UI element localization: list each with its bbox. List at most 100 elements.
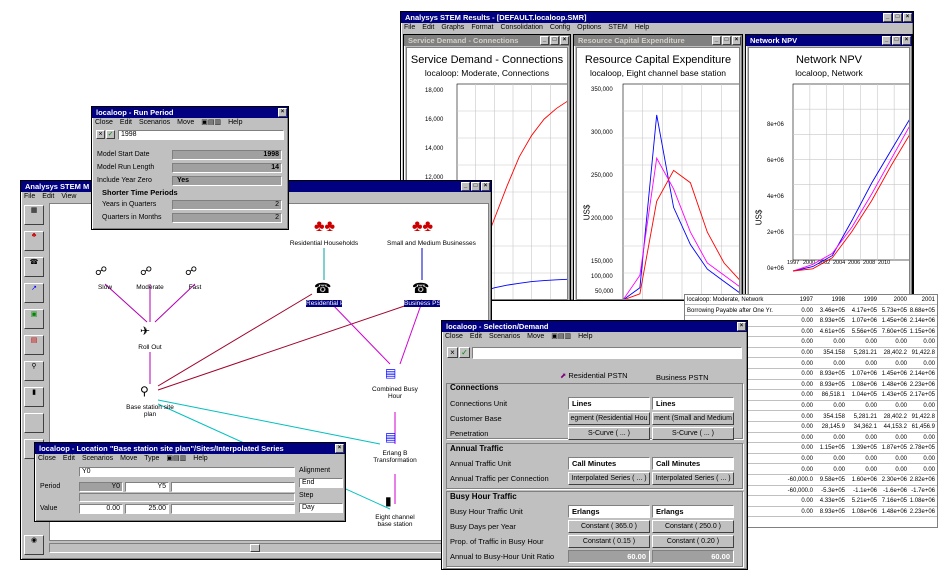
erlang-b-icon[interactable]: ▤ <box>385 430 405 448</box>
menu-consolidation[interactable]: Consolidation <box>500 23 542 33</box>
menu-move[interactable]: Move <box>177 118 194 128</box>
location-scrollbar[interactable] <box>79 493 295 502</box>
node-small-medium[interactable]: Small and Medium Businesses <box>387 240 476 247</box>
toolbar-icons[interactable]: ▣▤▥ <box>166 454 186 464</box>
alignment-select[interactable]: End <box>299 478 343 488</box>
value-button[interactable]: Constant ( 0.20 ) <box>652 535 734 548</box>
close-icon[interactable]: × <box>732 36 741 45</box>
slow-icon[interactable]: ☍ <box>95 264 115 282</box>
blank-icon[interactable] <box>24 413 44 433</box>
value-button[interactable]: Interpolated Series ( ... ) <box>652 472 734 485</box>
step-select[interactable]: Day <box>299 503 343 513</box>
menu-format[interactable]: Format <box>471 23 493 33</box>
business-pstn-icon[interactable]: ☎ <box>412 280 432 298</box>
menu-help[interactable]: Help <box>635 23 649 33</box>
value-field[interactable]: Erlangs <box>652 505 734 518</box>
maximize-icon[interactable]: □ <box>893 13 902 22</box>
menu-view[interactable]: View <box>61 192 76 202</box>
location-edit-field[interactable]: Y0 <box>79 467 295 477</box>
value-button[interactable]: Constant ( 0.15 ) <box>568 535 650 548</box>
eight-channel-icon[interactable]: ▮ <box>385 494 405 512</box>
node-business-pstn[interactable]: Business PSTN <box>404 300 450 307</box>
node-roll-out[interactable]: Roll Out <box>115 344 185 351</box>
value-field[interactable]: Call Minutes <box>568 457 650 470</box>
node-combined-busy-hour[interactable]: Combined Busy Hour <box>370 386 420 400</box>
menu-edit[interactable]: Edit <box>63 454 75 464</box>
value-cell[interactable]: 0.00 <box>79 504 123 514</box>
data-icon[interactable]: ▦ <box>24 205 44 225</box>
roll-out-icon[interactable]: ✈ <box>140 324 160 342</box>
accept-icon[interactable]: ✓ <box>459 347 470 358</box>
close-icon[interactable]: × <box>481 182 490 191</box>
resource-icon[interactable]: ▣ <box>24 309 44 329</box>
base-station-icon[interactable]: ⚲ <box>140 384 160 402</box>
value-button[interactable]: Interpolated Series ( ... ) <box>568 472 650 485</box>
stem-results-titlebar[interactable]: Analysys STEM Results - [DEFAULT.localoo… <box>401 12 913 23</box>
close-icon[interactable]: × <box>278 108 287 117</box>
value-field[interactable]: Lines <box>568 397 650 410</box>
value-button[interactable]: Constant ( 250.0 ) <box>652 520 734 533</box>
location-titlebar[interactable]: localoop - Location "Base station site p… <box>35 443 345 454</box>
value-readonly[interactable]: 60.00 <box>652 550 734 563</box>
menu-stem[interactable]: STEM <box>608 23 627 33</box>
node-fast[interactable]: Fast <box>160 284 230 291</box>
menu-scenarios[interactable]: Scenarios <box>489 332 520 342</box>
users-icon[interactable]: ♣ <box>24 231 44 251</box>
value-field[interactable]: Call Minutes <box>652 457 734 470</box>
period-cell[interactable]: Y0 <box>79 482 123 492</box>
value-button[interactable]: S-Curve ( ... ) <box>568 427 650 440</box>
residential-pstn-icon[interactable]: ☎ <box>314 280 334 298</box>
cancel-icon[interactable]: × <box>447 347 458 358</box>
menu-scenarios[interactable]: Scenarios <box>82 454 113 464</box>
menu-move[interactable]: Move <box>527 332 544 342</box>
menu-edit[interactable]: Edit <box>470 332 482 342</box>
menu-file[interactable]: File <box>24 192 35 202</box>
value-readonly[interactable]: 60.00 <box>568 550 650 563</box>
run-period-edit-field[interactable]: 1998 <box>118 130 284 140</box>
node-eight-channel[interactable]: Eight channel base station <box>369 514 421 528</box>
value-field[interactable]: Erlangs <box>568 505 650 518</box>
menu-file[interactable]: File <box>404 23 415 33</box>
chart3-titlebar[interactable]: Network NPV _ □ × <box>746 35 912 46</box>
model-start-date-field[interactable]: 1998 <box>172 150 282 160</box>
maximize-icon[interactable]: □ <box>892 36 901 45</box>
node-residential-households[interactable]: Residential Households <box>289 240 359 247</box>
minimize-icon[interactable]: _ <box>883 13 892 22</box>
minimize-icon[interactable]: _ <box>461 182 470 191</box>
equipment-icon[interactable]: ▮ <box>24 387 44 407</box>
menu-close[interactable]: Close <box>95 118 113 128</box>
close-icon[interactable]: × <box>902 36 911 45</box>
value-field[interactable]: Lines <box>652 397 734 410</box>
period-cell[interactable]: Y5 <box>125 482 169 492</box>
node-base-station[interactable]: Base station site plan <box>125 404 175 418</box>
quarters-in-months-field[interactable]: 2 <box>172 213 282 223</box>
model-run-length-field[interactable]: 14 <box>172 163 282 173</box>
residential-households-icon[interactable]: ♣♣ <box>314 218 335 236</box>
run-period-titlebar[interactable]: localoop - Run Period × <box>92 107 288 118</box>
node-residential-pstn[interactable]: Residential PSTN <box>306 300 357 307</box>
chart1-titlebar[interactable]: Service Demand - Connections _ □ × <box>404 35 570 46</box>
value-button[interactable]: ment (Small and Medium <box>652 412 734 425</box>
service-icon[interactable]: ☎ <box>24 257 44 277</box>
menu-graphs[interactable]: Graphs <box>441 23 464 33</box>
period-cells-empty[interactable] <box>171 482 295 492</box>
horizontal-scrollbar[interactable] <box>49 543 489 553</box>
combined-busy-hour-icon[interactable]: ▤ <box>385 366 405 384</box>
camera-icon[interactable]: ◉ <box>24 535 44 555</box>
close-icon[interactable]: × <box>560 36 569 45</box>
close-icon[interactable]: × <box>335 444 344 453</box>
accept-icon[interactable]: ✓ <box>106 130 115 139</box>
menu-move[interactable]: Move <box>120 454 137 464</box>
transform-icon[interactable]: ↗ <box>24 283 44 303</box>
menu-config[interactable]: Config <box>550 23 570 33</box>
maximize-icon[interactable]: □ <box>550 36 559 45</box>
menu-close[interactable]: Close <box>445 332 463 342</box>
value-button[interactable]: Constant ( 365.0 ) <box>568 520 650 533</box>
selection-edit-field[interactable] <box>472 347 742 359</box>
menu-edit[interactable]: Edit <box>422 23 434 33</box>
value-cells-empty[interactable] <box>171 504 295 514</box>
cancel-icon[interactable]: × <box>96 130 105 139</box>
maximize-icon[interactable]: □ <box>471 182 480 191</box>
minimize-icon[interactable]: _ <box>882 36 891 45</box>
include-year-zero-field[interactable]: Yes <box>172 176 282 186</box>
